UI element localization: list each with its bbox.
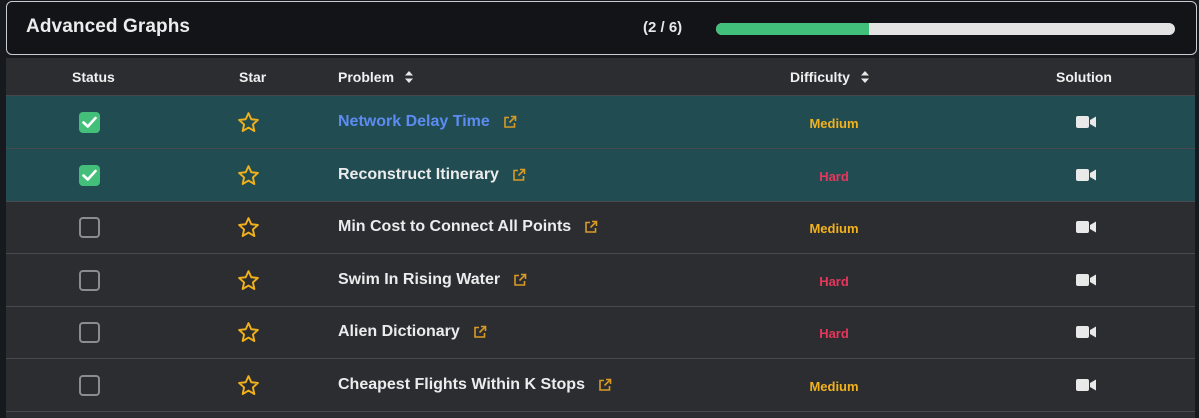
problem-link[interactable]: Cheapest Flights Within K Stops <box>338 376 612 394</box>
star-icon[interactable] <box>237 269 260 292</box>
video-camera-icon[interactable] <box>1076 273 1096 287</box>
problem-name[interactable]: Swim In Rising Water <box>338 271 500 289</box>
status-checkbox[interactable] <box>79 217 100 239</box>
difficulty-badge: Hard <box>819 168 849 184</box>
column-header-status: Status <box>72 69 115 85</box>
table-row: Network Delay Time Medium <box>6 96 1195 149</box>
sort-icon[interactable] <box>860 71 869 83</box>
problem-name[interactable]: Cheapest Flights Within K Stops <box>338 376 585 394</box>
difficulty-badge: Medium <box>809 379 859 394</box>
column-header-status-label: Status <box>72 69 115 85</box>
section-header[interactable]: Advanced Graphs (2 / 6) <box>6 1 1197 55</box>
table-row: Swim In Rising Water Hard <box>6 254 1195 307</box>
problem-link[interactable]: Network Delay Time <box>338 113 517 131</box>
progress-bar <box>716 23 1175 35</box>
external-link-icon[interactable] <box>584 220 598 234</box>
table-header: Status Star Problem Difficulty Solution <box>6 58 1195 96</box>
status-checkbox[interactable] <box>79 164 100 186</box>
column-header-difficulty[interactable]: Difficulty <box>790 69 869 85</box>
star-icon[interactable] <box>237 321 260 344</box>
problem-name[interactable]: Alien Dictionary <box>338 323 460 341</box>
status-checkbox[interactable] <box>79 322 100 344</box>
problem-name[interactable]: Network Delay Time <box>338 113 490 131</box>
progress-bar-fill <box>716 23 869 35</box>
difficulty-badge: Hard <box>819 326 849 342</box>
video-camera-icon[interactable] <box>1076 115 1096 129</box>
section-title: Advanced Graphs <box>26 16 191 37</box>
column-header-solution: Solution <box>1056 69 1112 85</box>
table-row: Reconstruct Itinerary Hard <box>6 148 1195 202</box>
problems-table: Status Star Problem Difficulty Solution … <box>6 58 1195 418</box>
external-link-icon[interactable] <box>503 115 517 129</box>
external-link-icon[interactable] <box>598 378 612 392</box>
sort-icon[interactable] <box>405 71 414 83</box>
table-row: Min Cost to Connect All Points Medium <box>6 201 1195 255</box>
column-header-star: Star <box>239 69 266 85</box>
star-icon[interactable] <box>237 164 260 187</box>
problem-link[interactable]: Alien Dictionary <box>338 323 487 341</box>
difficulty-badge: Medium <box>809 221 859 237</box>
external-link-icon[interactable] <box>473 325 487 339</box>
difficulty-badge: Medium <box>809 116 859 131</box>
video-camera-icon[interactable] <box>1076 325 1096 339</box>
status-checkbox[interactable] <box>79 112 100 133</box>
video-camera-icon[interactable] <box>1076 168 1096 182</box>
status-checkbox[interactable] <box>79 269 100 291</box>
column-header-star-label: Star <box>239 69 267 85</box>
column-header-problem-label: Problem <box>338 69 395 85</box>
column-header-difficulty-label: Difficulty <box>790 69 850 85</box>
column-header-problem[interactable]: Problem <box>338 69 414 85</box>
video-camera-icon[interactable] <box>1076 378 1096 392</box>
star-icon[interactable] <box>237 374 260 397</box>
problem-link[interactable]: Reconstruct Itinerary <box>338 166 526 184</box>
difficulty-badge: Hard <box>819 273 849 289</box>
star-icon[interactable] <box>237 111 260 134</box>
column-header-solution-label: Solution <box>1056 69 1112 85</box>
problem-link[interactable]: Min Cost to Connect All Points <box>338 218 598 236</box>
video-camera-icon[interactable] <box>1076 220 1096 234</box>
external-link-icon[interactable] <box>513 273 527 287</box>
progress-count: (2 / 6) <box>643 19 683 36</box>
star-icon[interactable] <box>237 216 260 239</box>
problem-name[interactable]: Min Cost to Connect All Points <box>338 218 571 236</box>
status-checkbox[interactable] <box>79 375 100 396</box>
table-row: Alien Dictionary Hard <box>6 306 1195 360</box>
problem-link[interactable]: Swim In Rising Water <box>338 271 527 289</box>
table-row: Cheapest Flights Within K Stops Medium <box>6 359 1195 412</box>
problem-name[interactable]: Reconstruct Itinerary <box>338 166 499 184</box>
external-link-icon[interactable] <box>512 168 526 182</box>
